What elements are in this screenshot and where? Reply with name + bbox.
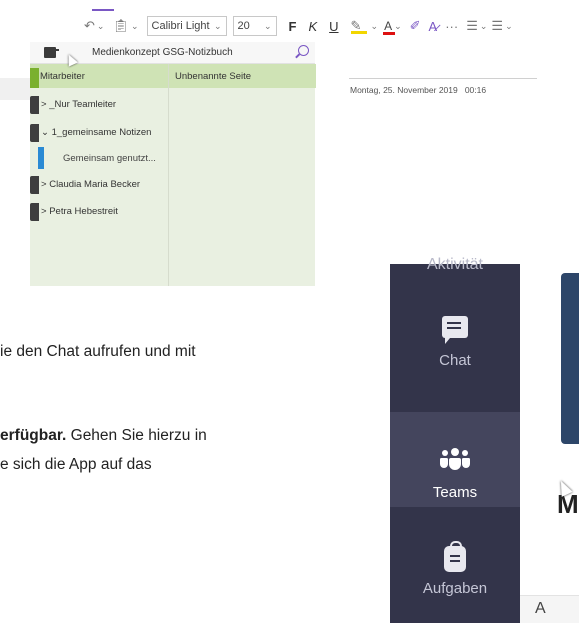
formatting-toolbar: ↶ ⌄ 📋︎ ⌄ Calibri Light ⌄ 20 ⌄ F K U ✎ ⌄ A … (82, 13, 579, 39)
section-group-nur-teamleiter[interactable]: > _Nur Teamleiter (30, 92, 168, 116)
section-group-icon (30, 96, 39, 114)
rail-item-teams[interactable]: Teams (390, 412, 520, 507)
team-card[interactable] (561, 273, 579, 444)
clipboard-icon: 📋︎ (112, 18, 129, 33)
section-item-mitarbeiter[interactable]: Mitarbeiter (30, 64, 168, 88)
numbered-list-icon[interactable]: ☰ (491, 18, 503, 34)
clipboard-button[interactable]: 📋︎ ⌄ (110, 15, 140, 37)
italic-button[interactable]: K (308, 19, 317, 34)
rail-item-label: Aufgaben (422, 580, 488, 597)
highlight-button[interactable]: ✎ (350, 18, 369, 34)
section-group-label: > _Nur Teamleiter (30, 99, 116, 110)
chevron-down-icon: ⌄ (263, 20, 272, 31)
bottom-bar-text: A (535, 600, 546, 617)
search-icon[interactable] (298, 45, 309, 56)
section-color-tab (30, 68, 39, 88)
bullet-list-icon[interactable]: ☰ (466, 18, 478, 34)
format-painter-icon[interactable]: ✐ (410, 18, 421, 34)
bottom-bar: A (520, 595, 579, 623)
teams-app-bar: Aktivität Chat Teams Aufgaben (390, 256, 520, 623)
notebook-icon[interactable] (44, 47, 59, 58)
chevron-down-icon: ⌄ (394, 20, 402, 31)
font-color-button[interactable]: A (383, 19, 396, 35)
page-item-unbenannte-seite[interactable]: Unbenannte Seite (169, 64, 316, 88)
rail-item-activity-label[interactable]: Aktivität (390, 256, 520, 274)
section-group-claudia[interactable]: > Claudia Maria Becker (30, 172, 168, 196)
toolbar-accent (92, 9, 114, 11)
notebook-name[interactable]: Medienkonzept GSG-Notizbuch (92, 47, 233, 58)
navigation-panel: Medienkonzept GSG-Notizbuch Mitarbeiter … (30, 42, 316, 286)
chevron-right-icon: > (41, 205, 47, 217)
tasks-bag-icon (444, 541, 466, 572)
section-group-name: _Nur Teamleiter (49, 98, 117, 110)
chevron-down-icon: ⌄ (41, 126, 49, 138)
rail-item-label: Chat (439, 352, 471, 369)
document-text-line: erfügbar. Gehen Sie hierzu in (0, 427, 207, 445)
more-options-button[interactable]: ··· (445, 19, 458, 34)
section-list: Mitarbeiter > _Nur Teamleiter ⌄ 1_gemein… (30, 64, 168, 286)
page-list: Unbenannte Seite (168, 64, 316, 286)
clear-formatting-icon[interactable]: A̷ (429, 19, 438, 34)
font-color-icon: A (384, 19, 393, 33)
chevron-down-icon: ⌄ (505, 20, 513, 31)
section-group-gemeinsame-notizen[interactable]: ⌄ 1_gemeinsame Notizen (30, 120, 168, 144)
undo-icon: ↶ (84, 18, 95, 33)
document-text-line: ie den Chat aufrufen und mit (0, 343, 196, 360)
page-datetime: Montag, 25. November 2019 00:16 (350, 85, 486, 95)
teams-icon (440, 448, 470, 472)
chevron-down-icon: ⌄ (370, 20, 379, 31)
chevron-down-icon: ⌄ (213, 20, 222, 31)
page-date: Montag, 25. November 2019 (350, 85, 458, 95)
section-group-icon (30, 176, 39, 194)
section-group-label: > Petra Hebestreit (30, 206, 118, 217)
background-band (0, 78, 32, 100)
underline-button[interactable]: U (329, 19, 338, 34)
section-item-gemeinsam-genutzt[interactable]: Gemeinsam genutzt... (30, 146, 168, 170)
section-group-icon (30, 203, 39, 221)
chevron-down-icon: ⌄ (130, 20, 139, 31)
font-name-value: Calibri Light (151, 20, 210, 32)
font-color-bar (383, 32, 396, 35)
section-group-name: Petra Hebestreit (49, 205, 118, 217)
chevron-down-icon: ⌄ (479, 20, 488, 31)
section-group-label: > Claudia Maria Becker (30, 179, 140, 190)
onenote-window: ↶ ⌄ 📋︎ ⌄ Calibri Light ⌄ 20 ⌄ F K U ✎ ⌄ A … (0, 0, 579, 288)
page-time: 00:16 (464, 85, 487, 95)
chevron-right-icon: > (41, 178, 47, 190)
rail-item-chat[interactable]: Chat (390, 280, 520, 384)
bold-button[interactable]: F (289, 19, 297, 34)
section-label: Gemeinsam genutzt... (63, 152, 156, 164)
section-color-tab (38, 147, 44, 169)
font-size-select[interactable]: 20 ⌄ (232, 16, 277, 36)
page-title-line (349, 78, 537, 79)
rail-item-label: Teams (432, 484, 478, 501)
document-text-line: e sich die App auf das (0, 456, 152, 473)
font-size-value: 20 (237, 20, 250, 32)
section-group-icon (30, 124, 39, 142)
section-group-name: 1_gemeinsame Notizen (51, 126, 152, 138)
undo-button[interactable]: ↶ ⌄ (82, 15, 106, 37)
document-bold-text: erfügbar. (0, 427, 67, 444)
section-group-name: Claudia Maria Becker (49, 178, 141, 190)
document-text: Gehen Sie hierzu in (66, 427, 207, 444)
rail-item-tasks[interactable]: Aufgaben (390, 514, 520, 623)
highlight-color-bar (350, 31, 367, 34)
section-group-label: ⌄ 1_gemeinsame Notizen (30, 127, 151, 138)
chevron-right-icon: > (41, 98, 47, 110)
chevron-down-icon: ⌄ (96, 20, 105, 31)
chat-icon (442, 316, 468, 344)
section-group-petra[interactable]: > Petra Hebestreit (30, 199, 168, 223)
font-name-select[interactable]: Calibri Light ⌄ (146, 16, 227, 36)
